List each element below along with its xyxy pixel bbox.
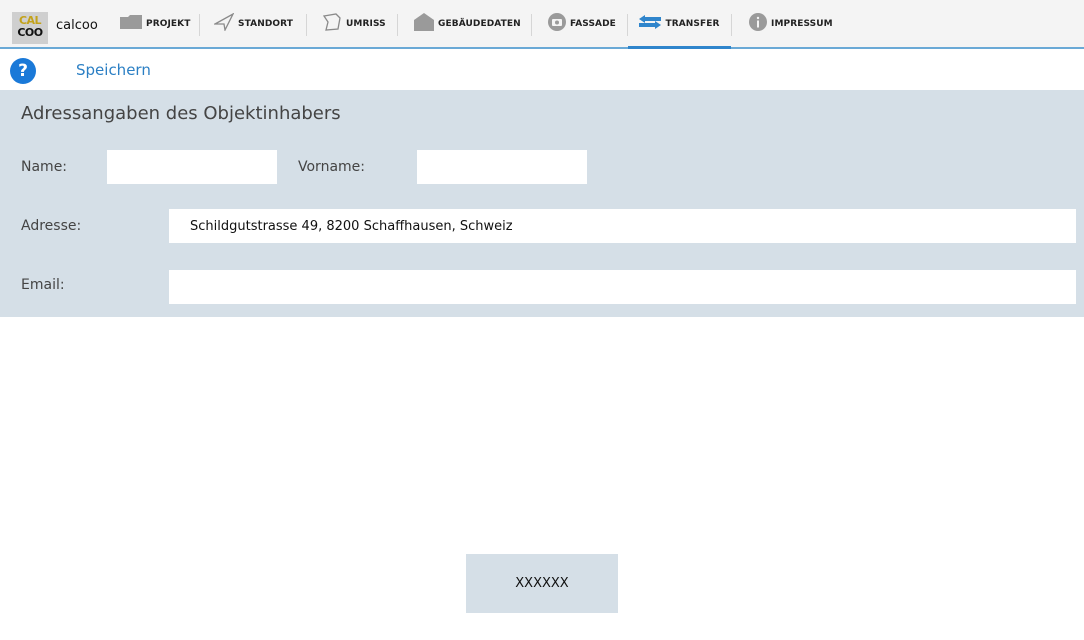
- nav-separator: [199, 14, 200, 36]
- name-field[interactable]: [107, 150, 277, 184]
- adresse-label: Adresse:: [21, 218, 82, 234]
- house-icon: [414, 13, 434, 34]
- top-navigation-bar: CAL COO calcoo PROJEKT STANDORT UMRISS G…: [0, 0, 1084, 49]
- nav-separator: [306, 14, 307, 36]
- email-field[interactable]: [169, 270, 1076, 304]
- nav-tab-label: GEBÄUDEDATEN: [438, 18, 521, 29]
- nav-separator: [397, 14, 398, 36]
- nav-tab-label: STANDORT: [238, 18, 294, 29]
- name-label: Name:: [21, 159, 68, 175]
- nav-tab-label: UMRISS: [346, 18, 386, 29]
- nav-tab-standort[interactable]: STANDORT: [212, 0, 294, 47]
- vorname-field[interactable]: [417, 150, 587, 184]
- outline-icon: [322, 13, 342, 34]
- nav-tab-impressum[interactable]: IMPRESSUM: [749, 0, 833, 47]
- nav-tab-label: IMPRESSUM: [771, 18, 833, 29]
- save-button[interactable]: Speichern: [76, 61, 151, 79]
- nav-tab-fassade[interactable]: FASSADE: [548, 0, 616, 47]
- help-button[interactable]: ?: [10, 58, 36, 84]
- folder-icon: [120, 15, 142, 32]
- nav-separator: [731, 14, 732, 36]
- info-icon: [749, 13, 767, 34]
- logo-bottom-text: COO: [17, 26, 43, 39]
- xxxxxx-button[interactable]: XXXXXX: [466, 554, 618, 613]
- nav-separator: [531, 14, 532, 36]
- nav-tab-label: FASSADE: [570, 18, 616, 29]
- email-label: Email:: [21, 277, 65, 293]
- vorname-label: Vorname:: [298, 159, 365, 175]
- camera-icon: [548, 13, 566, 34]
- app-name: calcoo: [56, 18, 98, 33]
- nav-tab-transfer[interactable]: TRANSFER: [628, 0, 731, 49]
- calcoo-logo[interactable]: CAL COO: [12, 12, 48, 44]
- nav-tab-umriss[interactable]: UMRISS: [322, 0, 386, 47]
- adresse-field[interactable]: [169, 209, 1076, 243]
- transfer-arrows-icon: [639, 15, 662, 32]
- nav-tab-projekt[interactable]: PROJEKT: [120, 0, 191, 47]
- nav-tab-label: PROJEKT: [146, 18, 191, 29]
- location-arrow-icon: [212, 12, 235, 34]
- form-title: Adressangaben des Objektinhabers: [21, 103, 341, 124]
- nav-tab-gebaeudedaten[interactable]: GEBÄUDEDATEN: [414, 0, 521, 47]
- nav-tab-label: TRANSFER: [665, 18, 720, 29]
